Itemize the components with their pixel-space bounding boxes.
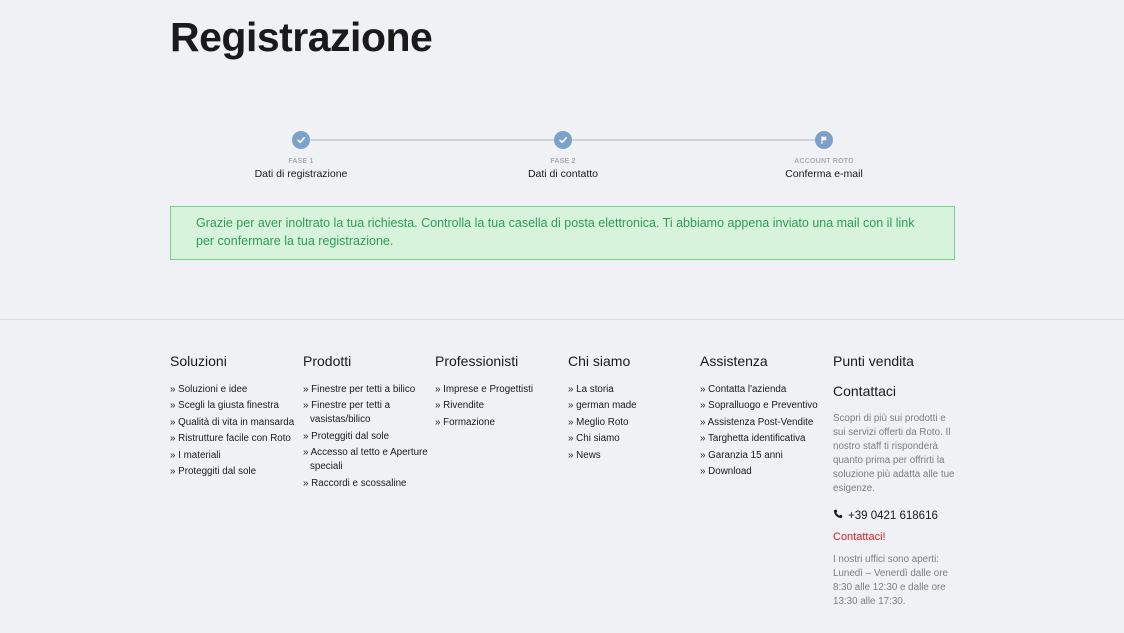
- footer-link[interactable]: Proteggiti dal sole: [170, 465, 295, 479]
- step-name: Conferma e-mail: [785, 168, 863, 180]
- footer-link[interactable]: Raccordi e scossaline: [303, 477, 428, 491]
- footer-link[interactable]: Download: [700, 465, 825, 479]
- footer-link[interactable]: Formazione: [435, 416, 560, 430]
- footer-link[interactable]: Soluzioni e idee: [170, 383, 295, 397]
- footer-link[interactable]: Qualità di vita in mansarda: [170, 416, 295, 430]
- office-hours: I nostri uffici sono aperti: Lunedì – Ve…: [833, 554, 948, 607]
- footer-link[interactable]: Ristrutture facile con Roto: [170, 432, 295, 446]
- step-3: ACCOUNT ROTO Conferma e-mail: [754, 128, 894, 180]
- footer-link[interactable]: Chi siamo: [568, 432, 693, 446]
- footer-link[interactable]: Finestre per tetti a bilico: [303, 383, 428, 397]
- footer-column-assistenza: Assistenza Contatta l'azienda Sopralluog…: [700, 353, 825, 481]
- footer-column-soluzioni: Soluzioni Soluzioni e idee Scegli la giu…: [170, 353, 295, 481]
- step-phase: FASE 2: [550, 158, 576, 165]
- check-icon: [554, 131, 572, 149]
- phone-number[interactable]: +39 0421 618616: [848, 510, 938, 522]
- footer-link[interactable]: Proteggiti dal sole: [303, 430, 428, 444]
- registration-stepper: FASE 1 Dati di registrazione FASE 2 Dati…: [250, 128, 874, 188]
- footer-heading[interactable]: Punti vendita: [833, 353, 958, 369]
- footer-column-punti-vendita: Punti vendita Contattaci Scopri di più s…: [833, 353, 958, 609]
- footer-heading[interactable]: Chi siamo: [568, 353, 693, 369]
- footer-link[interactable]: I materiali: [170, 449, 295, 463]
- footer-link[interactable]: Accesso al tetto e Aperture speciali: [303, 446, 428, 474]
- footer-link[interactable]: Contatta l'azienda: [700, 383, 825, 397]
- footer-link[interactable]: german made: [568, 399, 693, 413]
- check-icon: [292, 131, 310, 149]
- step-2: FASE 2 Dati di contatto: [493, 128, 633, 180]
- step-1: FASE 1 Dati di registrazione: [231, 128, 371, 180]
- footer-heading[interactable]: Assistenza: [700, 353, 825, 369]
- step-phase: ACCOUNT ROTO: [794, 158, 854, 165]
- contact-description: Scopri di più sui prodotti e sui servizi…: [833, 413, 955, 494]
- footer-column-chi-siamo: Chi siamo La storia german made Meglio R…: [568, 353, 693, 465]
- footer-link[interactable]: News: [568, 449, 693, 463]
- step-name: Dati di registrazione: [254, 168, 348, 180]
- step-name: Dati di contatto: [527, 168, 599, 180]
- footer-link[interactable]: Imprese e Progettisti: [435, 383, 560, 397]
- footer-link[interactable]: Sopralluogo e Preventivo: [700, 399, 825, 413]
- contact-heading: Contattaci: [833, 383, 897, 399]
- footer-link[interactable]: Meglio Roto: [568, 416, 693, 430]
- footer-link[interactable]: La storia: [568, 383, 693, 397]
- footer-link[interactable]: Finestre per tetti a vasistas/bilico: [303, 399, 428, 427]
- step-phase: FASE 1: [288, 158, 314, 165]
- page-title: Registrazione: [170, 14, 433, 60]
- footer-heading[interactable]: Soluzioni: [170, 353, 295, 369]
- contact-link[interactable]: Contattaci!: [833, 531, 958, 543]
- footer-link[interactable]: Garanzia 15 anni: [700, 449, 825, 463]
- footer-link[interactable]: Targhetta identificativa: [700, 432, 825, 446]
- footer-divider: [0, 319, 1124, 320]
- footer-heading[interactable]: Professionisti: [435, 353, 560, 369]
- phone-row[interactable]: +39 0421 618616: [833, 509, 958, 522]
- footer-heading[interactable]: Prodotti: [303, 353, 428, 369]
- footer-link[interactable]: Scegli la giusta finestra: [170, 399, 295, 413]
- phone-icon: [833, 509, 843, 522]
- footer-link[interactable]: Rivendite: [435, 399, 560, 413]
- footer-column-professionisti: Professionisti Imprese e Progettisti Riv…: [435, 353, 560, 432]
- footer-column-prodotti: Prodotti Finestre per tetti a bilico Fin…: [303, 353, 428, 493]
- flag-icon: [815, 131, 833, 149]
- footer-link[interactable]: Assistenza Post-Vendite: [700, 416, 825, 430]
- success-alert: Grazie per aver inoltrato la tua richies…: [170, 206, 955, 260]
